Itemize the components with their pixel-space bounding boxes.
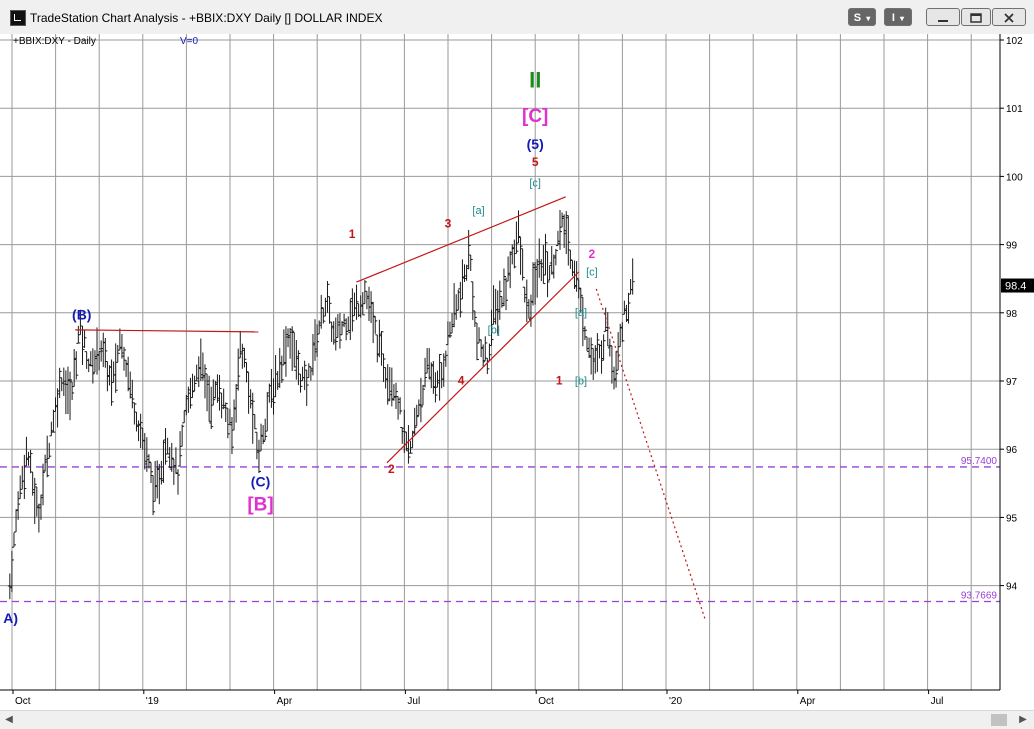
wave-label: [C]	[522, 106, 548, 127]
s-menu-label: S	[853, 12, 862, 24]
wave-label: 3	[445, 217, 452, 231]
wave-label: (C)	[251, 474, 270, 490]
i-menu-label: I	[891, 12, 895, 24]
last-price-marker: 98.4	[1001, 278, 1034, 293]
y-tick-label: 100	[1006, 172, 1023, 183]
wave-label: 2	[388, 462, 395, 476]
scroll-right-icon[interactable]: ▶	[1016, 713, 1030, 727]
wave-label: 2	[589, 247, 596, 261]
title-bar: TradeStation Chart Analysis - +BBIX:DXY …	[0, 0, 1034, 35]
x-tick-label: '20	[669, 696, 682, 707]
wave-label: [B]	[247, 495, 273, 516]
x-tick-label: Jul	[931, 696, 944, 707]
y-tick-label: 101	[1006, 104, 1023, 115]
minimize-button[interactable]	[926, 8, 960, 26]
app-icon	[10, 10, 26, 26]
wave-label: A)	[3, 610, 18, 626]
horizontal-scrollbar[interactable]: ◀ ▶	[0, 710, 1034, 729]
wave-label: [c]	[529, 178, 541, 190]
y-tick-label: 102	[1006, 36, 1023, 47]
y-tick-label: 96	[1006, 445, 1018, 456]
x-tick-label: Apr	[800, 696, 816, 707]
y-tick-label: 98	[1006, 309, 1018, 320]
restore-button[interactable]	[961, 8, 991, 26]
chevron-down-icon: ▾	[900, 14, 905, 23]
window-title: TradeStation Chart Analysis - +BBIX:DXY …	[30, 11, 383, 25]
chevron-down-icon: ▾	[866, 14, 871, 23]
wave-label: [a]	[575, 307, 587, 319]
y-tick-label: 95	[1006, 513, 1018, 524]
y-tick-label: 94	[1006, 582, 1018, 593]
wave-label: 5	[532, 155, 539, 169]
scroll-thumb[interactable]	[991, 714, 1007, 726]
wave-label: (5)	[527, 136, 544, 152]
wave-label: [b]	[575, 375, 587, 387]
price-chart[interactable]: 95.7400 93.7669 II [C] (5) 5 [c] [a] 1 3 [b] 4 2 1 [b…	[0, 34, 1034, 710]
scroll-left-icon[interactable]: ◀	[2, 713, 16, 727]
wave-label: 1	[556, 373, 563, 387]
wave-label: [a]	[472, 205, 484, 217]
y-tick-label: 97	[1006, 377, 1018, 388]
level-label: 93.7669	[961, 590, 998, 601]
chart-symbol-label: +BBIX:DXY - Daily	[13, 36, 96, 47]
close-button[interactable]	[992, 8, 1026, 26]
s-menu-button[interactable]: S ▾	[848, 8, 876, 26]
x-tick-label: Jul	[407, 696, 420, 707]
wave-label: [c]	[586, 266, 598, 278]
wave-label: 1	[349, 227, 356, 241]
x-tick-label: '19	[146, 696, 159, 707]
level-label: 95.7400	[961, 456, 998, 467]
wave-label: [b]	[488, 324, 500, 336]
x-tick-label: Oct	[538, 696, 554, 707]
minimize-icon	[938, 20, 948, 23]
volume-label: V=0	[180, 36, 199, 47]
wave-label: (B)	[72, 307, 91, 323]
y-tick-label: 99	[1006, 241, 1018, 252]
i-menu-button[interactable]: I ▾	[884, 8, 912, 26]
wave-label: 4	[458, 373, 465, 387]
x-tick-label: Apr	[277, 696, 293, 707]
wave-label: II	[529, 68, 541, 93]
last-price-label: 98.4	[1005, 281, 1026, 293]
x-tick-label: Oct	[15, 696, 31, 707]
close-icon	[1004, 13, 1014, 23]
restore-icon	[970, 13, 982, 23]
